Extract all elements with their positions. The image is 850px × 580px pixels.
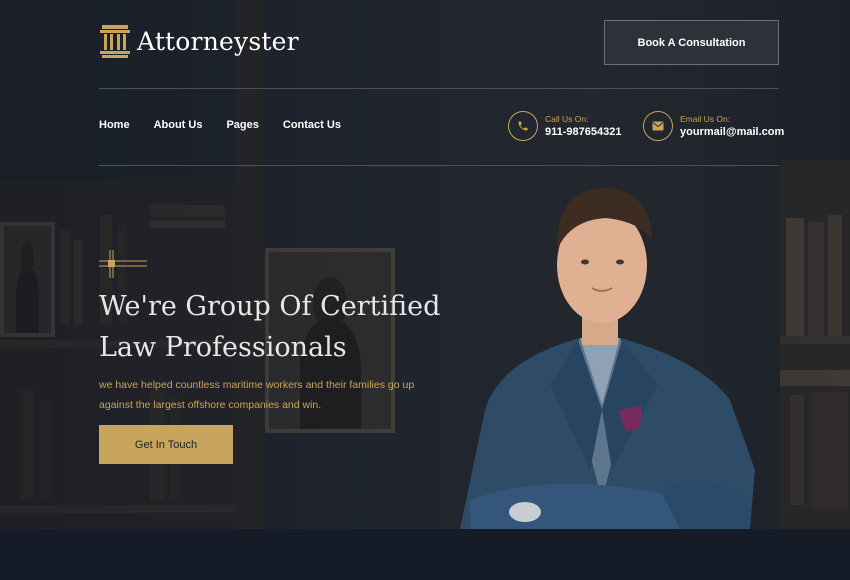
main-nav: Home About Us Pages Contact Us <box>99 119 341 131</box>
nav-item-contact-us[interactable]: Contact Us <box>283 119 341 131</box>
headline-line-2: Law Professionals <box>99 332 347 363</box>
decorative-cross-icon <box>99 250 147 278</box>
email-contact[interactable]: Email Us On: yourmail@mail.com <box>643 111 784 141</box>
call-label: Call Us On: <box>545 113 589 124</box>
call-value: 911-987654321 <box>545 125 622 138</box>
nav-item-home[interactable]: Home <box>99 119 130 131</box>
pillar-logo-icon <box>100 25 130 58</box>
header-divider <box>99 88 779 89</box>
nav-item-about-us[interactable]: About Us <box>154 119 203 131</box>
logo-text: Attorneyster <box>137 26 299 56</box>
email-value: yourmail@mail.com <box>680 125 785 138</box>
headline-line-1: We're Group Of Certified <box>99 291 441 322</box>
site-logo[interactable]: Attorneyster <box>99 21 299 61</box>
email-label: Email Us On: <box>680 113 731 124</box>
hero-subtext: we have helped countless maritime worker… <box>99 379 415 411</box>
nav-divider <box>99 165 779 166</box>
hero-headline: We're Group Of Certified Law Professiona… <box>99 286 479 368</box>
bottom-band <box>0 529 850 580</box>
lawyer-portrait <box>460 188 755 529</box>
book-consultation-button[interactable]: Book A Consultation <box>604 20 779 65</box>
call-contact[interactable]: Call Us On: 911-987654321 <box>508 111 621 141</box>
phone-icon <box>508 111 538 141</box>
hero-section: Attorneyster Book A Consultation Home Ab… <box>0 0 850 529</box>
nav-item-pages[interactable]: Pages <box>226 119 258 131</box>
get-in-touch-button[interactable]: Get In Touch <box>99 425 233 464</box>
mail-icon <box>643 111 673 141</box>
